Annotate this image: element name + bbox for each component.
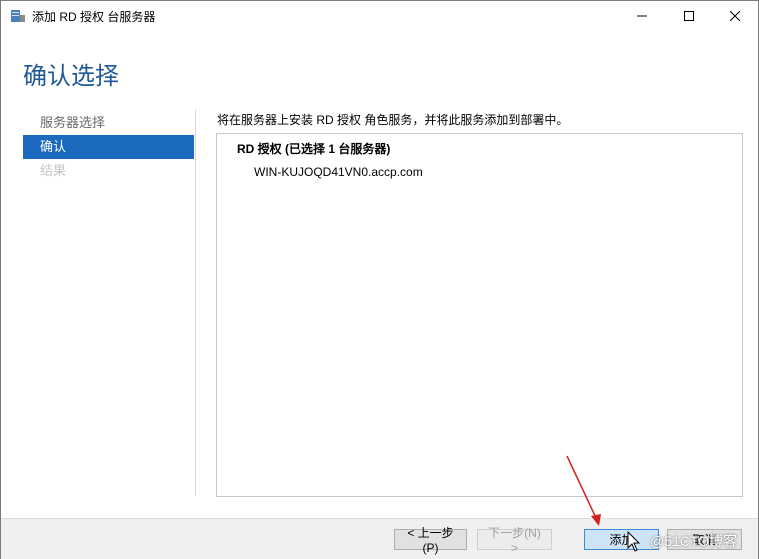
mouse-pointer-icon [627, 531, 641, 552]
page-title: 确认选择 [23, 63, 119, 90]
selection-summary-panel: RD 授权 (已选择 1 台服务器) WIN-KUJOQD41VN0.accp.… [216, 133, 743, 497]
annotation-arrow-icon [566, 455, 601, 526]
nav-item-results: 结果 [40, 163, 67, 178]
role-service-title: RD 授权 (已选择 1 台服务器) [237, 142, 391, 156]
selected-server-name: WIN-KUJOQD41VN0.accp.com [254, 165, 423, 179]
add-button[interactable]: 添加 [584, 529, 659, 550]
watermark-text: @51CTO博客 [650, 533, 738, 549]
minimize-icon [637, 15, 647, 17]
next-button: 下一步(N) > [477, 526, 552, 555]
title-bar[interactable]: 添加 RD 授权 台服务器 [1, 1, 758, 31]
minimize-button[interactable] [619, 1, 665, 31]
maximize-button[interactable] [666, 1, 712, 31]
add-rd-licensing-server-dialog: 添加 RD 授权 台服务器 确认选择 服务器选择 确认 结果 将在服务器上安装 … [0, 0, 759, 559]
window-title: 添加 RD 授权 台服务器 [32, 10, 156, 24]
confirmation-description: 将在服务器上安装 RD 授权 角色服务，并将此服务添加到部署中。 [217, 113, 569, 127]
dialog-footer: < 上一步(P) 下一步(N) > 添加 取消 [1, 518, 758, 559]
previous-button[interactable]: < 上一步(P) [394, 526, 467, 555]
server-app-icon [11, 10, 25, 22]
close-icon [730, 11, 740, 21]
close-button[interactable] [712, 1, 758, 31]
nav-item-confirmation[interactable]: 确认 [23, 135, 194, 159]
wizard-step-nav: 服务器选择 确认 结果 [23, 111, 194, 183]
nav-item-server-selection[interactable]: 服务器选择 [23, 111, 194, 135]
nav-divider [195, 109, 196, 496]
maximize-icon [684, 11, 694, 21]
